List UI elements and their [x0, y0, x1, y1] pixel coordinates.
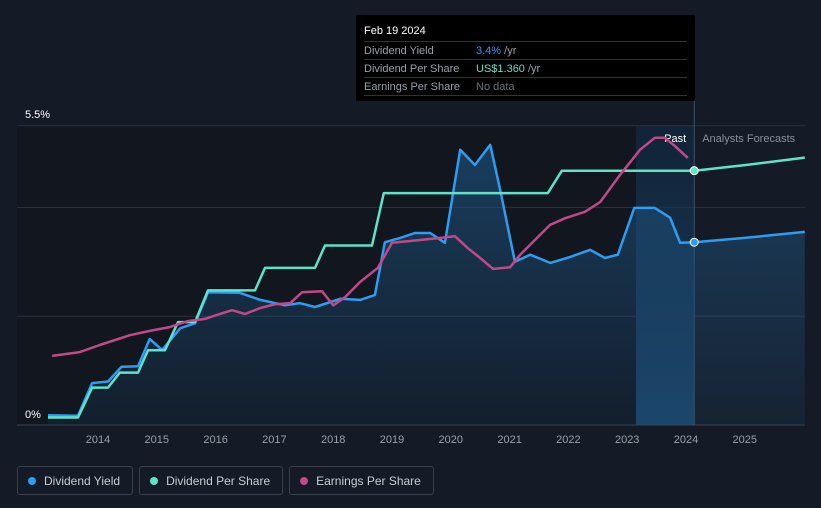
x-tick-label: 2025	[733, 434, 757, 446]
legend-dot-icon	[150, 476, 159, 485]
forecast-label: Analysts Forecasts	[702, 133, 795, 145]
legend-dividend-yield[interactable]: Dividend Yield	[17, 466, 134, 495]
legend-label: Earnings Per Share	[316, 473, 421, 488]
tooltip: Feb 19 2024 Dividend Yield 3.4% /yr Divid…	[356, 15, 695, 101]
x-tick-label: 2014	[86, 434, 110, 446]
legend-earnings-per-share[interactable]: Earnings Per Share	[289, 466, 434, 495]
legend-label: Dividend Yield	[44, 473, 121, 488]
y-tick-label: 5.5%	[25, 109, 50, 121]
x-tick-label: 2023	[615, 434, 639, 446]
tooltip-label: Dividend Yield	[364, 44, 434, 57]
tooltip-value: US$1.360	[476, 62, 525, 75]
tooltip-row-yield: Dividend Yield 3.4% /yr	[364, 41, 687, 59]
hover-point	[689, 166, 699, 176]
x-tick-label: 2016	[203, 434, 227, 446]
x-tick-label: 2022	[556, 434, 580, 446]
legend-dividend-per-share[interactable]: Dividend Per Share	[139, 466, 284, 495]
tooltip-label: Dividend Per Share	[364, 62, 460, 75]
tooltip-value: No data	[476, 80, 515, 93]
tooltip-row-eps: Earnings Per Share No data	[364, 77, 687, 96]
legend-label: Dividend Per Share	[166, 473, 271, 488]
x-tick-label: 2017	[262, 434, 286, 446]
x-tick-label: 2021	[497, 434, 521, 446]
x-tick-label: 2015	[145, 434, 169, 446]
legend-dot-icon	[28, 476, 36, 485]
tooltip-value: 3.4%	[476, 44, 502, 57]
tooltip-unit: /yr	[524, 62, 541, 75]
x-tick-label: 2020	[439, 434, 463, 446]
tooltip-unit: /yr	[501, 44, 517, 57]
legend-dot-icon	[300, 476, 309, 485]
x-tick-label: 2018	[321, 434, 345, 446]
tooltip-date: Feb 19 2024	[364, 25, 426, 37]
dividend-chart: 5.5% 0% 2014 2015 2016 2017 2018 2019 2020 2021 20…	[0, 0, 821, 508]
tooltip-label: Earnings Per Share	[364, 80, 460, 93]
x-tick-label: 2024	[674, 434, 698, 446]
hover-point	[689, 237, 699, 247]
tooltip-row-dps: Dividend Per Share US$1.360 /yr	[364, 59, 687, 77]
x-tick-label: 2019	[380, 434, 404, 446]
y-tick-label: 0%	[25, 409, 41, 421]
legend: Dividend Yield Dividend Per Share Earnin…	[17, 466, 434, 495]
